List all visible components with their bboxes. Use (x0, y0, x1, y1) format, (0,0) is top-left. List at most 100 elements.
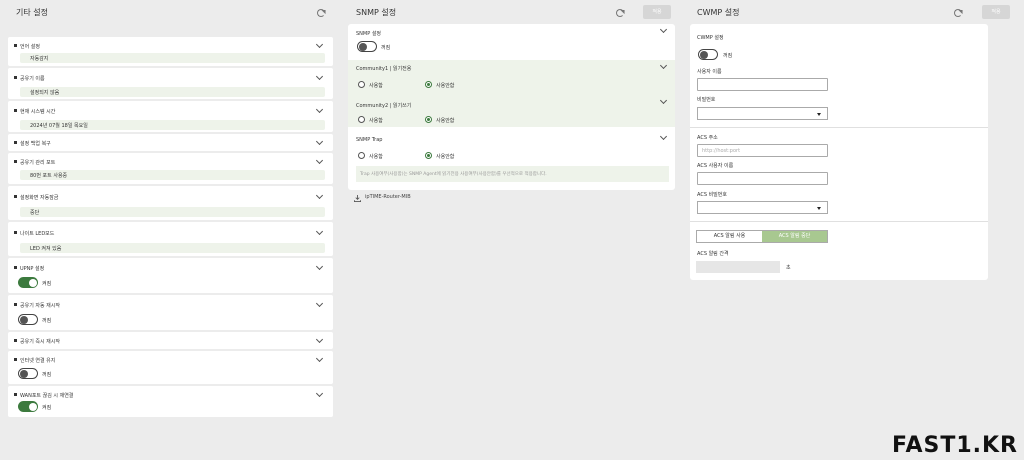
acs-address-label: ACS 주소 (697, 135, 718, 141)
acs-password-field[interactable] (697, 201, 828, 214)
chevron-down-icon[interactable] (315, 354, 324, 363)
watermark-logo: FAST1.KR (891, 433, 1018, 458)
chevron-down-icon[interactable] (315, 262, 324, 271)
keep-connection-toggle[interactable] (18, 368, 38, 379)
upnp-toggle[interactable] (18, 277, 38, 288)
acs-password-label: ACS 비밀번호 (697, 192, 727, 198)
divider (690, 127, 988, 128)
card-wan-reconnect[interactable]: WAN포트 끊김 시 재연결 켜짐 (8, 386, 333, 417)
card-system-time[interactable]: 현재 시스템 시간 2024년 07월 18일 목요일 (8, 101, 333, 132)
chevron-down-icon[interactable] (315, 156, 324, 165)
toggle-label: 꺼짐 (42, 318, 52, 324)
chevron-down-icon[interactable] (315, 299, 324, 308)
radio-label: 사용함 (369, 154, 383, 160)
section-title: Community1 | 읽기전용 (356, 66, 412, 72)
chevron-down-icon[interactable] (659, 132, 668, 141)
radio-label: 사용함 (369, 83, 383, 89)
snmp-card: SNMP 설정 꺼짐 Community1 | 읽기전용 사용함 사용안함 Co… (348, 24, 675, 190)
snmp-panel: SNMP 설정 적용 SNMP 설정 꺼짐 Community1 | 읽기전용 … (348, 0, 675, 202)
chevron-down-icon[interactable] (315, 335, 324, 344)
refresh-icon[interactable] (616, 9, 624, 17)
acs-username-label: ACS 사용자 이름 (697, 163, 734, 169)
chevron-down-icon[interactable] (315, 105, 324, 114)
section-title: SNMP Trap (356, 137, 383, 143)
username-field[interactable] (697, 78, 828, 91)
trap-nouse-radio[interactable] (425, 152, 432, 159)
radio-label: 사용함 (369, 118, 383, 124)
acs-notify-tabs: ACS 알림 사용 ACS 알림 중단 (696, 230, 828, 243)
community2-section: Community2 | 읽기쓰기 사용함 사용안함 (348, 93, 675, 127)
community2-nouse-radio[interactable] (425, 116, 432, 123)
auto-restart-toggle[interactable] (18, 314, 38, 325)
cwmp-header: CWMP 설정 적용 (690, 0, 1010, 26)
chevron-down-icon[interactable] (315, 389, 324, 398)
mib-download-link[interactable]: ipTIME-Router-MIB (365, 194, 411, 200)
card-auto-lock[interactable]: 설정화면 자동잠금 중단 (8, 186, 333, 220)
chevron-down-icon[interactable] (659, 25, 668, 34)
toggle-label: 꺼짐 (723, 53, 733, 59)
apply-button[interactable]: 적용 (643, 5, 671, 19)
refresh-icon[interactable] (317, 9, 325, 17)
acs-interval-field[interactable] (696, 261, 780, 273)
chevron-down-icon[interactable] (659, 96, 668, 105)
radio-label: 사용안함 (436, 154, 455, 160)
acs-notify-stop-tab[interactable]: ACS 알림 중단 (762, 231, 827, 242)
card-language[interactable]: 언어 설정 자동감지 (8, 37, 333, 66)
apply-button[interactable]: 적용 (982, 5, 1010, 19)
value-box: 자동감지 (20, 53, 325, 63)
placeholder-text: http://host:port (702, 148, 741, 154)
community1-nouse-radio[interactable] (425, 81, 432, 88)
cwmp-title: CWMP 설정 (697, 8, 740, 17)
chevron-down-icon[interactable] (315, 137, 324, 146)
refresh-icon[interactable] (954, 9, 962, 17)
username-label: 사용자 이름 (697, 69, 722, 75)
wan-reconnect-toggle[interactable] (18, 401, 38, 412)
chevron-down-icon[interactable] (315, 40, 324, 49)
value-box: 설정되지 않음 (20, 87, 325, 97)
card-admin-port[interactable]: 공유기 관리 포트 80번 포트 사용중 (8, 153, 333, 184)
acs-notify-use-tab[interactable]: ACS 알림 사용 (697, 231, 762, 242)
divider (690, 221, 988, 222)
radio-label: 사용안함 (436, 118, 455, 124)
community1-use-radio[interactable] (358, 81, 365, 88)
other-settings-title: 기타 설정 (16, 8, 48, 17)
community2-use-radio[interactable] (358, 116, 365, 123)
card-restart-now[interactable]: 공유기 즉시 재시작 (8, 332, 333, 349)
other-settings-header: 기타 설정 (8, 0, 333, 26)
password-field[interactable] (697, 107, 828, 120)
card-title: 인터넷 연결 유지 (13, 358, 56, 364)
download-icon[interactable] (354, 195, 361, 202)
chevron-down-icon[interactable] (315, 227, 324, 236)
card-router-name[interactable]: 공유기 이름 설정되지 않음 (8, 68, 333, 99)
card-backup-restore[interactable]: 설정 백업 복구 (8, 134, 333, 151)
card-title: 언어 설정 (14, 44, 40, 50)
card-upnp[interactable]: UPNP 설정 켜짐 (8, 258, 333, 293)
chevron-down-icon[interactable] (315, 72, 324, 81)
value-text: 2024년 07월 18일 목요일 (30, 123, 88, 129)
card-night-led[interactable]: 나이트 LED모드 LED 켜져 있음 (8, 222, 333, 256)
card-title: 공유기 관리 포트 (13, 160, 56, 166)
cwmp-toggle[interactable] (698, 49, 718, 60)
card-keep-connection[interactable]: 인터넷 연결 유지 꺼짐 (8, 351, 333, 384)
trap-note: Trap 사용여부(사용함)는 SNMP Agent에 읽기전용 사용여부(사용… (356, 166, 669, 182)
acs-address-field[interactable]: http://host:port (697, 144, 828, 157)
cwmp-panel: CWMP 설정 적용 CWMP 설정 꺼짐 사용자 이름 비밀번호 ACS 주소… (690, 0, 1010, 280)
card-title: 설정 백업 복구 (14, 141, 51, 147)
interval-unit: 초 (786, 265, 791, 271)
snmp-trap-section: SNMP Trap 사용함 사용안함 Trap 사용여부(사용함)는 SNMP … (348, 127, 675, 190)
chevron-down-icon[interactable] (315, 191, 324, 200)
other-settings-panel: 기타 설정 언어 설정 자동감지 공유기 이름 설정되지 않음 현재 시스템 시… (8, 0, 333, 417)
card-title: 공유기 이름 (14, 76, 45, 82)
card-title: WAN포트 끊김 시 재연결 (13, 393, 74, 399)
acs-username-field[interactable] (697, 172, 828, 185)
card-title: 공유기 자동 재시작 (14, 303, 60, 309)
snmp-toggle[interactable] (357, 41, 377, 52)
value-text: 80번 포트 사용중 (30, 173, 68, 179)
card-auto-restart[interactable]: 공유기 자동 재시작 꺼짐 (8, 295, 333, 330)
trap-use-radio[interactable] (358, 152, 365, 159)
value-box: 중단 (20, 207, 325, 217)
chevron-down-icon[interactable] (659, 61, 668, 70)
value-box: 2024년 07월 18일 목요일 (20, 120, 325, 130)
cwmp-card: CWMP 설정 꺼짐 사용자 이름 비밀번호 ACS 주소 http://hos… (690, 24, 988, 280)
card-title: 나이트 LED모드 (13, 231, 55, 237)
